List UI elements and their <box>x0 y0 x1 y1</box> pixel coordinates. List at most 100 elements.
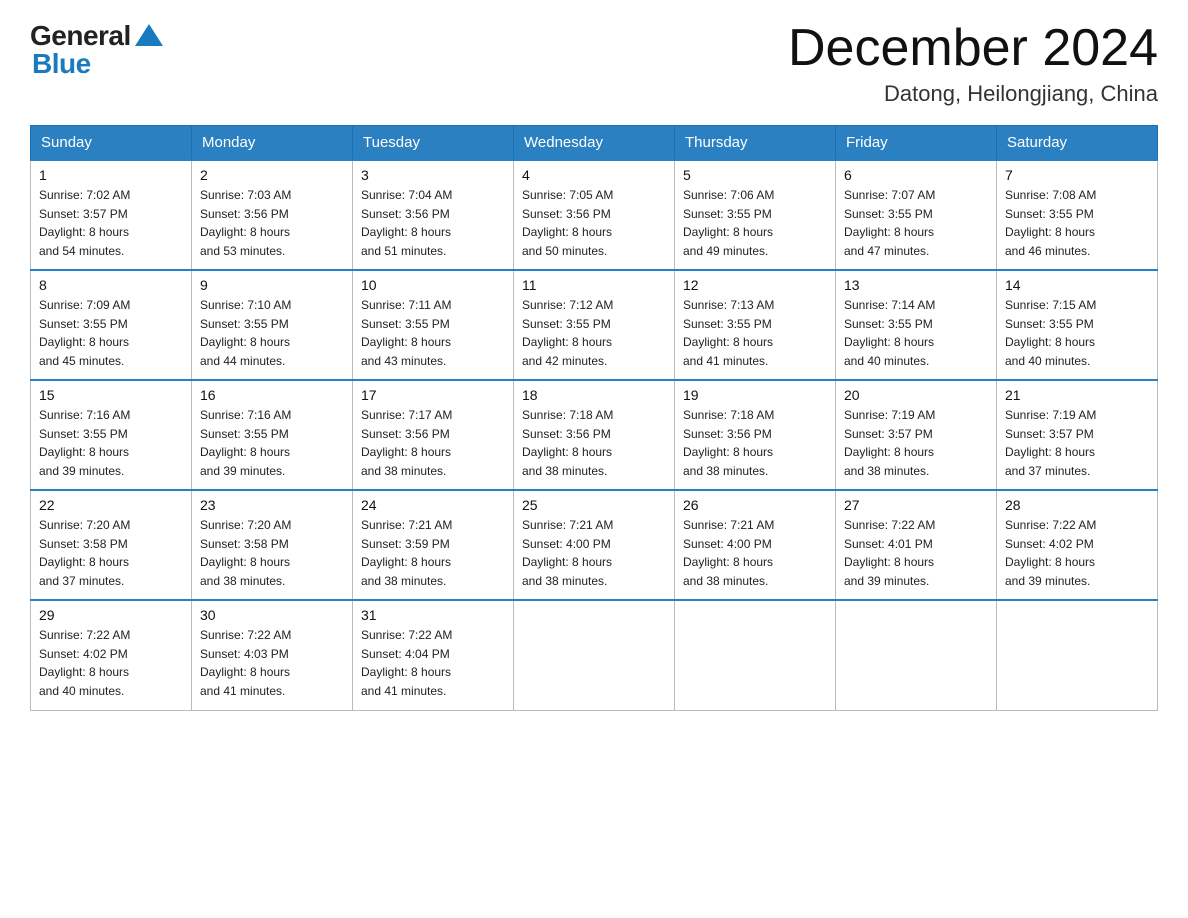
calendar-cell: 25 Sunrise: 7:21 AM Sunset: 4:00 PM Dayl… <box>514 490 675 600</box>
day-number: 12 <box>683 277 827 293</box>
header: General Blue December 2024 Datong, Heilo… <box>30 20 1158 107</box>
col-thursday: Thursday <box>675 126 836 161</box>
day-number: 28 <box>1005 497 1149 513</box>
day-number: 3 <box>361 167 505 183</box>
calendar-title: December 2024 <box>788 20 1158 77</box>
calendar-cell: 9 Sunrise: 7:10 AM Sunset: 3:55 PM Dayli… <box>192 270 353 380</box>
day-number: 15 <box>39 387 183 403</box>
calendar-cell: 5 Sunrise: 7:06 AM Sunset: 3:55 PM Dayli… <box>675 160 836 270</box>
day-info: Sunrise: 7:05 AM Sunset: 3:56 PM Dayligh… <box>522 186 666 260</box>
calendar-cell <box>514 600 675 710</box>
calendar-cell: 1 Sunrise: 7:02 AM Sunset: 3:57 PM Dayli… <box>31 160 192 270</box>
col-saturday: Saturday <box>997 126 1158 161</box>
calendar-week-row: 8 Sunrise: 7:09 AM Sunset: 3:55 PM Dayli… <box>31 270 1158 380</box>
day-number: 17 <box>361 387 505 403</box>
day-number: 21 <box>1005 387 1149 403</box>
day-info: Sunrise: 7:10 AM Sunset: 3:55 PM Dayligh… <box>200 296 344 370</box>
calendar-cell <box>675 600 836 710</box>
day-number: 14 <box>1005 277 1149 293</box>
calendar-cell: 13 Sunrise: 7:14 AM Sunset: 3:55 PM Dayl… <box>836 270 997 380</box>
col-wednesday: Wednesday <box>514 126 675 161</box>
day-number: 1 <box>39 167 183 183</box>
day-number: 23 <box>200 497 344 513</box>
calendar-cell: 15 Sunrise: 7:16 AM Sunset: 3:55 PM Dayl… <box>31 380 192 490</box>
logo: General Blue <box>30 20 163 80</box>
day-number: 24 <box>361 497 505 513</box>
day-info: Sunrise: 7:20 AM Sunset: 3:58 PM Dayligh… <box>39 516 183 590</box>
calendar-cell: 10 Sunrise: 7:11 AM Sunset: 3:55 PM Dayl… <box>353 270 514 380</box>
calendar-subtitle: Datong, Heilongjiang, China <box>788 81 1158 107</box>
calendar-cell: 6 Sunrise: 7:07 AM Sunset: 3:55 PM Dayli… <box>836 160 997 270</box>
day-info: Sunrise: 7:16 AM Sunset: 3:55 PM Dayligh… <box>39 406 183 480</box>
day-info: Sunrise: 7:11 AM Sunset: 3:55 PM Dayligh… <box>361 296 505 370</box>
day-number: 2 <box>200 167 344 183</box>
day-info: Sunrise: 7:22 AM Sunset: 4:02 PM Dayligh… <box>39 626 183 700</box>
col-friday: Friday <box>836 126 997 161</box>
calendar-cell: 14 Sunrise: 7:15 AM Sunset: 3:55 PM Dayl… <box>997 270 1158 380</box>
day-info: Sunrise: 7:22 AM Sunset: 4:02 PM Dayligh… <box>1005 516 1149 590</box>
day-info: Sunrise: 7:08 AM Sunset: 3:55 PM Dayligh… <box>1005 186 1149 260</box>
title-area: December 2024 Datong, Heilongjiang, Chin… <box>788 20 1158 107</box>
calendar-cell: 2 Sunrise: 7:03 AM Sunset: 3:56 PM Dayli… <box>192 160 353 270</box>
day-info: Sunrise: 7:22 AM Sunset: 4:04 PM Dayligh… <box>361 626 505 700</box>
day-info: Sunrise: 7:02 AM Sunset: 3:57 PM Dayligh… <box>39 186 183 260</box>
day-info: Sunrise: 7:21 AM Sunset: 3:59 PM Dayligh… <box>361 516 505 590</box>
calendar-cell: 17 Sunrise: 7:17 AM Sunset: 3:56 PM Dayl… <box>353 380 514 490</box>
day-info: Sunrise: 7:13 AM Sunset: 3:55 PM Dayligh… <box>683 296 827 370</box>
day-number: 26 <box>683 497 827 513</box>
day-info: Sunrise: 7:16 AM Sunset: 3:55 PM Dayligh… <box>200 406 344 480</box>
day-number: 10 <box>361 277 505 293</box>
calendar-cell: 4 Sunrise: 7:05 AM Sunset: 3:56 PM Dayli… <box>514 160 675 270</box>
calendar-cell: 28 Sunrise: 7:22 AM Sunset: 4:02 PM Dayl… <box>997 490 1158 600</box>
day-info: Sunrise: 7:19 AM Sunset: 3:57 PM Dayligh… <box>1005 406 1149 480</box>
day-info: Sunrise: 7:15 AM Sunset: 3:55 PM Dayligh… <box>1005 296 1149 370</box>
day-info: Sunrise: 7:03 AM Sunset: 3:56 PM Dayligh… <box>200 186 344 260</box>
day-info: Sunrise: 7:19 AM Sunset: 3:57 PM Dayligh… <box>844 406 988 480</box>
day-info: Sunrise: 7:09 AM Sunset: 3:55 PM Dayligh… <box>39 296 183 370</box>
day-info: Sunrise: 7:18 AM Sunset: 3:56 PM Dayligh… <box>522 406 666 480</box>
day-number: 9 <box>200 277 344 293</box>
calendar-week-row: 1 Sunrise: 7:02 AM Sunset: 3:57 PM Dayli… <box>31 160 1158 270</box>
day-info: Sunrise: 7:04 AM Sunset: 3:56 PM Dayligh… <box>361 186 505 260</box>
calendar-cell: 23 Sunrise: 7:20 AM Sunset: 3:58 PM Dayl… <box>192 490 353 600</box>
calendar-cell: 19 Sunrise: 7:18 AM Sunset: 3:56 PM Dayl… <box>675 380 836 490</box>
col-monday: Monday <box>192 126 353 161</box>
logo-triangle-icon <box>135 24 163 46</box>
day-info: Sunrise: 7:21 AM Sunset: 4:00 PM Dayligh… <box>683 516 827 590</box>
day-info: Sunrise: 7:17 AM Sunset: 3:56 PM Dayligh… <box>361 406 505 480</box>
calendar-cell: 12 Sunrise: 7:13 AM Sunset: 3:55 PM Dayl… <box>675 270 836 380</box>
day-number: 8 <box>39 277 183 293</box>
calendar-cell: 27 Sunrise: 7:22 AM Sunset: 4:01 PM Dayl… <box>836 490 997 600</box>
day-number: 31 <box>361 607 505 623</box>
calendar-cell: 21 Sunrise: 7:19 AM Sunset: 3:57 PM Dayl… <box>997 380 1158 490</box>
day-info: Sunrise: 7:18 AM Sunset: 3:56 PM Dayligh… <box>683 406 827 480</box>
calendar-cell: 22 Sunrise: 7:20 AM Sunset: 3:58 PM Dayl… <box>31 490 192 600</box>
day-info: Sunrise: 7:14 AM Sunset: 3:55 PM Dayligh… <box>844 296 988 370</box>
calendar-cell: 29 Sunrise: 7:22 AM Sunset: 4:02 PM Dayl… <box>31 600 192 710</box>
calendar-week-row: 22 Sunrise: 7:20 AM Sunset: 3:58 PM Dayl… <box>31 490 1158 600</box>
day-info: Sunrise: 7:22 AM Sunset: 4:01 PM Dayligh… <box>844 516 988 590</box>
day-number: 13 <box>844 277 988 293</box>
calendar-cell: 7 Sunrise: 7:08 AM Sunset: 3:55 PM Dayli… <box>997 160 1158 270</box>
day-info: Sunrise: 7:21 AM Sunset: 4:00 PM Dayligh… <box>522 516 666 590</box>
calendar-cell: 16 Sunrise: 7:16 AM Sunset: 3:55 PM Dayl… <box>192 380 353 490</box>
calendar-cell <box>997 600 1158 710</box>
day-number: 5 <box>683 167 827 183</box>
calendar-cell: 24 Sunrise: 7:21 AM Sunset: 3:59 PM Dayl… <box>353 490 514 600</box>
calendar-cell <box>836 600 997 710</box>
day-number: 16 <box>200 387 344 403</box>
calendar-cell: 30 Sunrise: 7:22 AM Sunset: 4:03 PM Dayl… <box>192 600 353 710</box>
calendar-cell: 26 Sunrise: 7:21 AM Sunset: 4:00 PM Dayl… <box>675 490 836 600</box>
day-number: 18 <box>522 387 666 403</box>
day-number: 27 <box>844 497 988 513</box>
day-number: 11 <box>522 277 666 293</box>
calendar-week-row: 29 Sunrise: 7:22 AM Sunset: 4:02 PM Dayl… <box>31 600 1158 710</box>
calendar-table: Sunday Monday Tuesday Wednesday Thursday… <box>30 125 1158 711</box>
day-info: Sunrise: 7:07 AM Sunset: 3:55 PM Dayligh… <box>844 186 988 260</box>
calendar-cell: 18 Sunrise: 7:18 AM Sunset: 3:56 PM Dayl… <box>514 380 675 490</box>
day-info: Sunrise: 7:22 AM Sunset: 4:03 PM Dayligh… <box>200 626 344 700</box>
calendar-cell: 8 Sunrise: 7:09 AM Sunset: 3:55 PM Dayli… <box>31 270 192 380</box>
logo-blue-text: Blue <box>30 48 91 80</box>
day-number: 7 <box>1005 167 1149 183</box>
day-info: Sunrise: 7:12 AM Sunset: 3:55 PM Dayligh… <box>522 296 666 370</box>
